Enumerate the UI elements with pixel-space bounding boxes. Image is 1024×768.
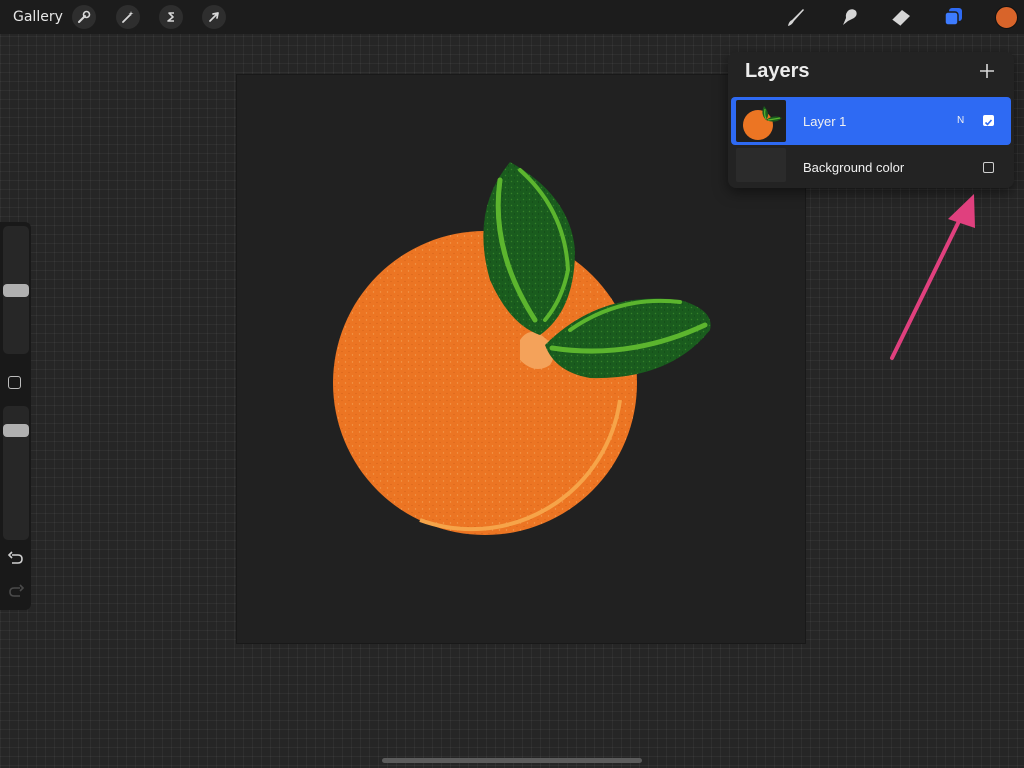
home-indicator[interactable] bbox=[382, 758, 642, 763]
annotation-arrow bbox=[890, 194, 975, 360]
